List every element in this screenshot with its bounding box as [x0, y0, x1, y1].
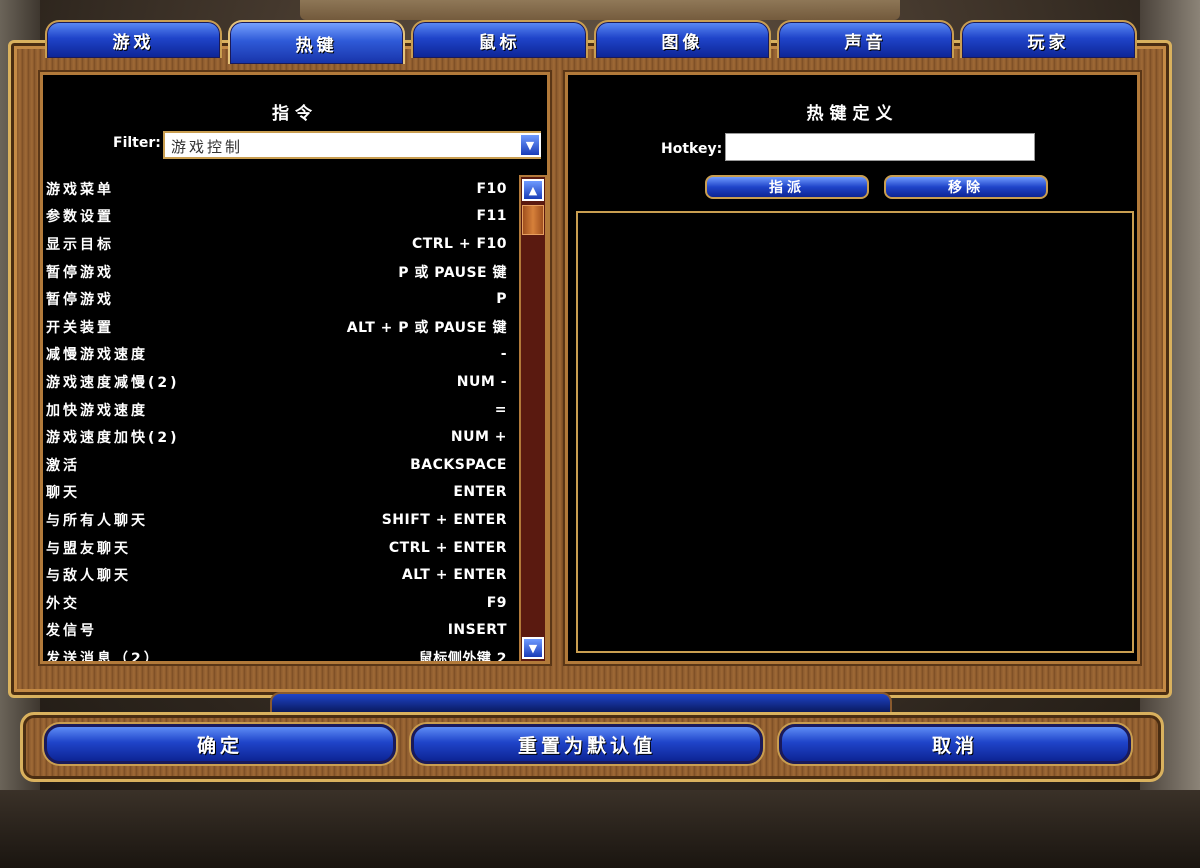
- command-name: 外交: [46, 595, 80, 612]
- background-bottom: [0, 790, 1200, 868]
- command-hotkey: NUM +: [450, 429, 507, 446]
- command-name: 发送消息（2）: [46, 650, 161, 661]
- command-name: 激活: [46, 457, 80, 474]
- list-item[interactable]: 发信号 INSERT: [43, 617, 513, 645]
- list-item[interactable]: 游戏速度减慢(2) NUM -: [43, 368, 513, 396]
- command-hotkey: =: [494, 401, 507, 418]
- commands-panel: 指令 Filter: 游戏控制 ▼ 游戏菜单 F10 参数设置 F11 显示目标 CTRL…: [40, 72, 550, 664]
- tab-graphics[interactable]: 图像: [594, 20, 771, 58]
- tab-player[interactable]: 玩家: [960, 20, 1137, 58]
- list-item[interactable]: 加快游戏速度 =: [43, 396, 513, 424]
- command-hotkey: F9: [486, 594, 507, 611]
- command-name: 减慢游戏速度: [46, 347, 148, 364]
- command-hotkey: CTRL + F10: [411, 235, 507, 252]
- command-name: 暂停游戏: [46, 264, 114, 281]
- command-list: 游戏菜单 F10 参数设置 F11 显示目标 CTRL + F10 暂停游戏 P 或 PAUS…: [43, 175, 513, 661]
- status-strip: [270, 692, 892, 714]
- list-item[interactable]: 开关装置 ALT + P 或 PAUSE 键: [43, 313, 513, 341]
- command-hotkey: ALT + P 或 PAUSE 键: [346, 319, 507, 336]
- command-name: 与所有人聊天: [46, 512, 148, 529]
- scroll-down-icon[interactable]: ▼: [522, 637, 544, 659]
- list-item[interactable]: 减慢游戏速度 -: [43, 341, 513, 369]
- ok-button[interactable]: 确定: [44, 724, 396, 764]
- command-hotkey: F10: [476, 180, 507, 197]
- reset-defaults-button[interactable]: 重置为默认值: [411, 724, 763, 764]
- command-name: 与敌人聊天: [46, 568, 131, 585]
- scroll-thumb[interactable]: [522, 205, 544, 235]
- list-item[interactable]: 游戏菜单 F10: [43, 175, 513, 203]
- list-item[interactable]: 暂停游戏 P 或 PAUSE 键: [43, 258, 513, 286]
- command-hotkey: P 或 PAUSE 键: [398, 264, 507, 281]
- assign-button[interactable]: 指派: [705, 175, 869, 199]
- command-name: 游戏菜单: [46, 181, 114, 198]
- tab-hotkeys[interactable]: 热键: [228, 20, 405, 64]
- filter-label: Filter:: [113, 135, 161, 151]
- command-name: 暂停游戏: [46, 292, 114, 309]
- command-hotkey: 鼠标侧外键 2: [418, 650, 507, 661]
- remove-button[interactable]: 移除: [884, 175, 1048, 199]
- list-item[interactable]: 暂停游戏 P: [43, 285, 513, 313]
- command-hotkey: CTRL + ENTER: [388, 539, 507, 556]
- hotkey-label: Hotkey:: [661, 141, 723, 157]
- command-name: 游戏速度减慢(2): [46, 374, 180, 391]
- list-item[interactable]: 与所有人聊天 SHIFT + ENTER: [43, 506, 513, 534]
- filter-dropdown[interactable]: 游戏控制: [163, 131, 541, 159]
- command-hotkey: ALT + ENTER: [401, 567, 507, 584]
- hotkey-input[interactable]: [725, 133, 1035, 161]
- command-hotkey: BACKSPACE: [410, 456, 507, 473]
- commands-title: 指令: [272, 104, 318, 124]
- hotkey-description-box: [576, 211, 1134, 653]
- hotkey-panel: 热键定义 Hotkey: 指派 移除: [565, 72, 1140, 664]
- command-hotkey: P: [496, 291, 507, 308]
- list-item[interactable]: 外交 F9: [43, 589, 513, 617]
- command-name: 发信号: [46, 623, 97, 640]
- chevron-down-icon[interactable]: ▼: [519, 133, 541, 157]
- command-hotkey: NUM -: [456, 373, 507, 390]
- tab-mouse[interactable]: 鼠标: [411, 20, 588, 58]
- command-name: 与盟友聊天: [46, 540, 131, 557]
- list-item[interactable]: 参数设置 F11: [43, 203, 513, 231]
- command-name: 聊天: [46, 485, 80, 502]
- command-name: 开关装置: [46, 319, 114, 336]
- command-hotkey: ENTER: [453, 484, 507, 501]
- command-name: 参数设置: [46, 209, 114, 226]
- list-item[interactable]: 聊天 ENTER: [43, 479, 513, 507]
- hotkey-title: 热键定义: [806, 104, 899, 124]
- list-item[interactable]: 激活 BACKSPACE: [43, 451, 513, 479]
- cancel-button[interactable]: 取消: [779, 724, 1131, 764]
- scroll-up-icon[interactable]: ▲: [522, 179, 544, 201]
- command-hotkey: INSERT: [447, 622, 507, 639]
- tab-bar: 游戏 热键 鼠标 图像 声音 玩家: [45, 20, 1137, 64]
- command-hotkey: -: [500, 346, 507, 363]
- command-name: 加快游戏速度: [46, 402, 148, 419]
- command-hotkey: SHIFT + ENTER: [381, 511, 507, 528]
- game-logo: [300, 0, 900, 20]
- tab-game[interactable]: 游戏: [45, 20, 222, 58]
- tab-sound[interactable]: 声音: [777, 20, 954, 58]
- command-name: 游戏速度加快(2): [46, 430, 180, 447]
- list-item[interactable]: 与敌人聊天 ALT + ENTER: [43, 561, 513, 589]
- command-hotkey: F11: [476, 208, 507, 225]
- list-item[interactable]: 游戏速度加快(2) NUM +: [43, 423, 513, 451]
- list-item[interactable]: 发送消息（2） 鼠标侧外键 2: [43, 644, 513, 661]
- command-list-scrollbar[interactable]: ▲ ▼: [519, 175, 547, 663]
- list-item[interactable]: 与盟友聊天 CTRL + ENTER: [43, 534, 513, 562]
- list-item[interactable]: 显示目标 CTRL + F10: [43, 230, 513, 258]
- command-name: 显示目标: [46, 236, 114, 253]
